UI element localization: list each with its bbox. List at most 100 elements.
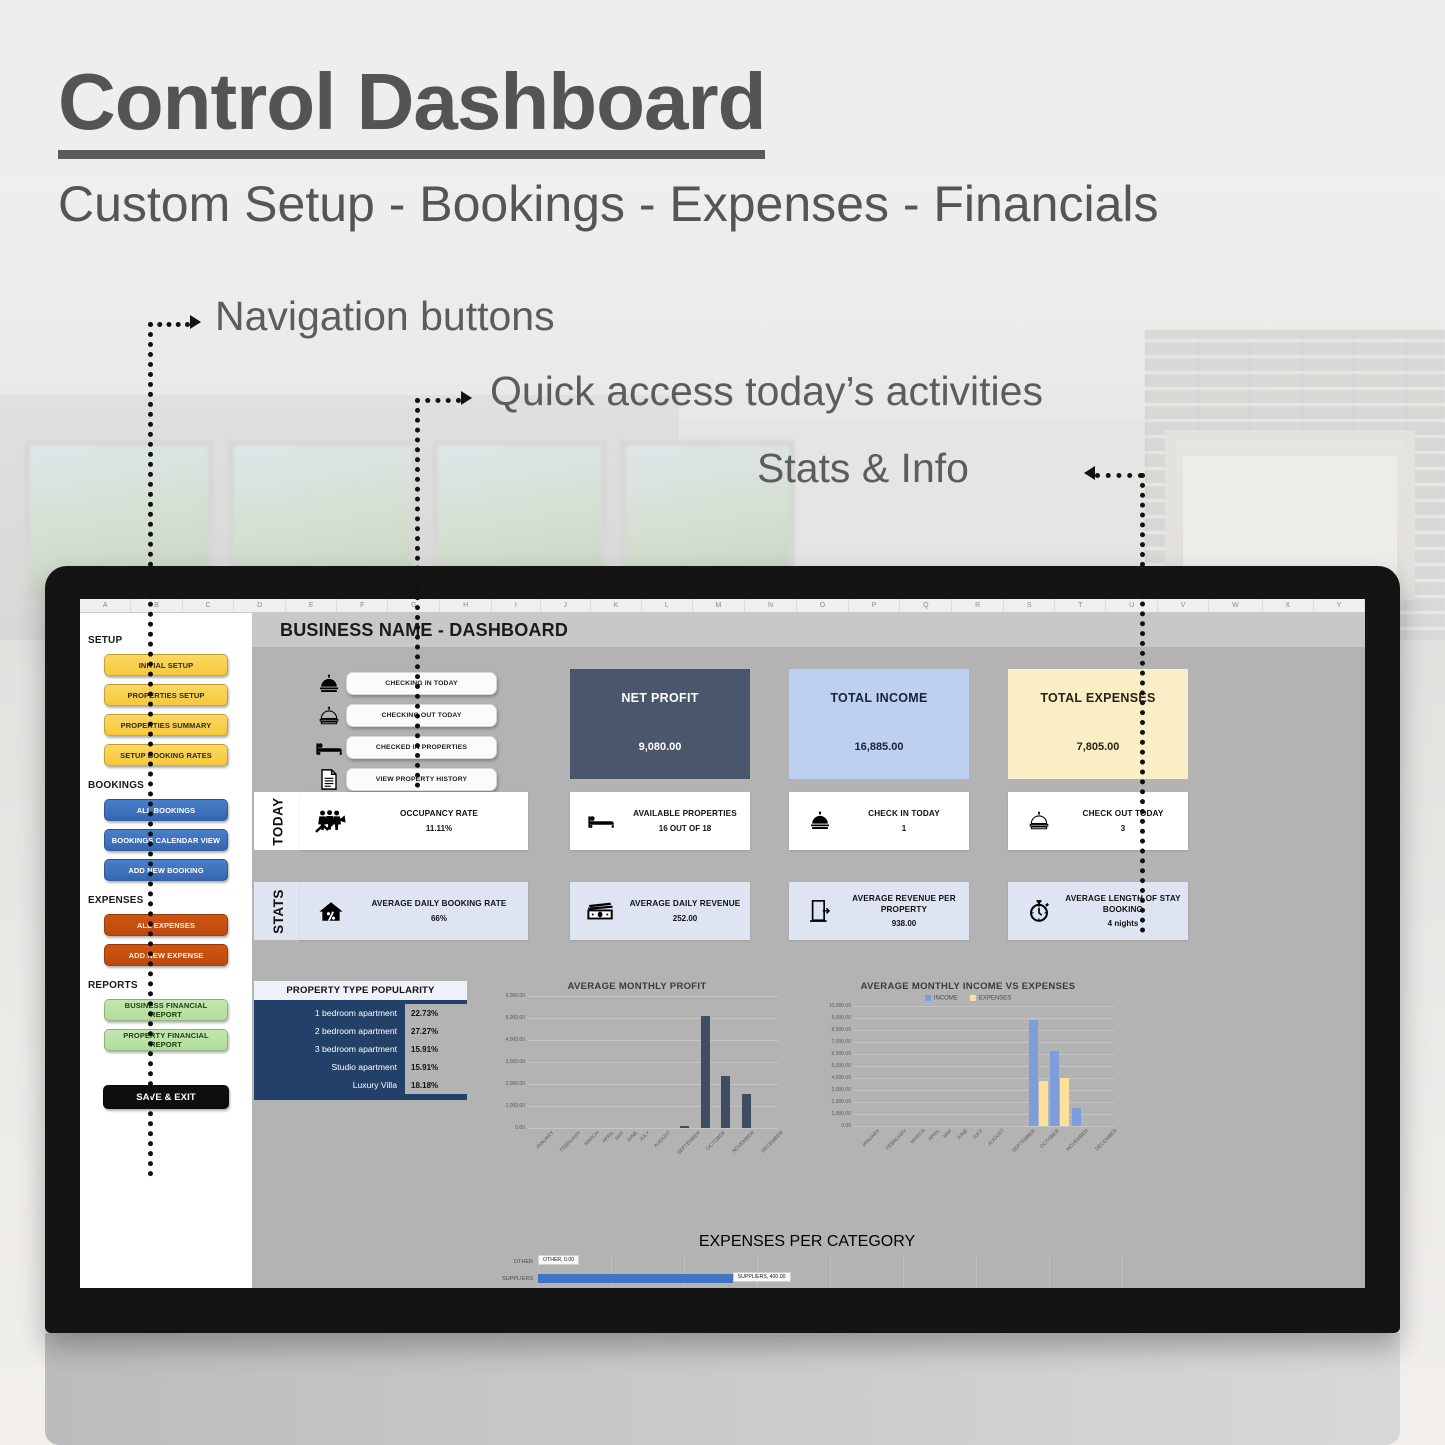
column-header-A[interactable]: A bbox=[80, 599, 132, 612]
quick-button-checking-out-today[interactable]: CHECKING OUT TODAY bbox=[346, 704, 497, 727]
sidebar-button-all-expenses[interactable]: ALL EXPENSES bbox=[104, 914, 228, 936]
column-header-K[interactable]: K bbox=[591, 599, 643, 612]
chart-plot-area: OTHER OTHER, 0.00 SUPPLIERS SUPPLIERS, 4… bbox=[492, 1254, 1123, 1288]
stats-card-average-daily-revenue: AVERAGE DAILY REVENUE 252.00 bbox=[570, 882, 750, 940]
house-percent-icon bbox=[306, 900, 356, 923]
leader-arrow-quick bbox=[461, 391, 472, 405]
popularity-name: 1 bedroom apartment bbox=[314, 1008, 397, 1018]
x-tick-label: SEPTEMBER bbox=[676, 1130, 703, 1157]
bar-group-march bbox=[570, 996, 591, 1128]
bed-icon bbox=[312, 735, 346, 761]
column-header-U[interactable]: U bbox=[1106, 599, 1158, 612]
column-header-I[interactable]: I bbox=[492, 599, 541, 612]
column-header-D[interactable]: D bbox=[234, 599, 287, 612]
kpi-card-net-profit: NET PROFIT 9,080.00 bbox=[570, 669, 750, 779]
column-header-L[interactable]: L bbox=[642, 599, 693, 612]
column-header-M[interactable]: M bbox=[693, 599, 746, 612]
bar-group-february bbox=[549, 996, 570, 1128]
bar-group-may bbox=[611, 996, 632, 1128]
sidebar-button-setup-booking-rates[interactable]: SETUP BOOKING RATES bbox=[104, 744, 228, 766]
quick-button-checked-in-properties[interactable]: CHECKED IN PROPERTIES bbox=[346, 736, 497, 759]
y-tick-label: 0.00 bbox=[841, 1122, 851, 1129]
column-header-T[interactable]: T bbox=[1055, 599, 1107, 612]
spreadsheet-column-headers[interactable]: ABCDEFGHIJKLMNOPQRSTUVWXY bbox=[80, 599, 1365, 613]
chart-plot-area: 0.00 1,000.00 2,000.00 3,000.00 4,000.00 5,00… bbox=[818, 1003, 1119, 1154]
stat-value: 3 bbox=[1120, 823, 1126, 833]
column-header-V[interactable]: V bbox=[1158, 599, 1210, 612]
column-header-R[interactable]: R bbox=[952, 599, 1005, 612]
sidebar: SETUP INITIAL SETUP PROPERTIES SETUP PRO… bbox=[80, 613, 252, 1288]
annotation-navigation-buttons: Navigation buttons bbox=[215, 293, 555, 339]
sidebar-button-properties-setup[interactable]: PROPERTIES SETUP bbox=[104, 684, 228, 706]
column-header-B[interactable]: B bbox=[131, 599, 183, 612]
people-growth-icon bbox=[306, 809, 356, 834]
stat-value: 1 bbox=[901, 823, 907, 833]
bar-value-september bbox=[700, 1015, 710, 1128]
column-header-Y[interactable]: Y bbox=[1314, 599, 1365, 612]
stat-value: 4 nights bbox=[1107, 918, 1139, 928]
column-header-X[interactable]: X bbox=[1263, 599, 1314, 612]
door-icon bbox=[795, 899, 845, 923]
popularity-row: 3 bedroom apartment 15.91% bbox=[254, 1040, 467, 1058]
chart-legend: INCOME EXPENSES bbox=[818, 995, 1118, 1002]
column-header-P[interactable]: P bbox=[849, 599, 901, 612]
legend-swatch bbox=[924, 995, 931, 1001]
column-header-S[interactable]: S bbox=[1004, 599, 1056, 612]
column-header-C[interactable]: C bbox=[183, 599, 235, 612]
sidebar-button-add-new-booking[interactable]: ADD NEW BOOKING bbox=[104, 859, 228, 881]
column-header-O[interactable]: O bbox=[797, 599, 849, 612]
expense-data-label: OTHER, 0.00 bbox=[538, 1255, 580, 1265]
bar-group-october bbox=[715, 996, 736, 1128]
expense-category-label: OTHER bbox=[513, 1258, 533, 1265]
x-tick-label: OCTOBER bbox=[1039, 1127, 1062, 1150]
sidebar-button-add-new-expense[interactable]: ADD NEW EXPENSE bbox=[104, 944, 228, 966]
column-header-W[interactable]: W bbox=[1209, 599, 1263, 612]
save-and-exit-button[interactable]: SAVE & EXIT bbox=[103, 1085, 229, 1109]
bars bbox=[854, 1006, 1114, 1126]
bar-value-november bbox=[742, 1094, 752, 1128]
sidebar-button-all-bookings[interactable]: ALL BOOKINGS bbox=[104, 799, 228, 821]
x-tick: SEPTEMBER bbox=[667, 1128, 702, 1156]
bar-group-december bbox=[757, 996, 778, 1128]
y-tick-label: 6,000.00 bbox=[505, 993, 525, 999]
expense-row-suppliers: SUPPLIERS SUPPLIERS, 400.00 bbox=[492, 1271, 1122, 1286]
y-axis: 0.00 1,000.00 2,000.00 3,000.00 4,000.00 5,00… bbox=[492, 993, 528, 1131]
stat-value: 16 OUT OF 18 bbox=[658, 823, 712, 833]
stats-card-average-daily-booking-rate: AVERAGE DAILY BOOKING RATE 66% bbox=[300, 882, 528, 940]
expense-row-other: OTHER OTHER, 0.00 bbox=[492, 1254, 1122, 1269]
stat-label: AVERAGE LENGTH OF STAY BOOKING bbox=[1065, 894, 1181, 914]
sidebar-button-properties-summary[interactable]: PROPERTIES SUMMARY bbox=[104, 714, 228, 736]
bar-group-october bbox=[1049, 1006, 1071, 1126]
stat-label: CHECK IN TODAY bbox=[868, 809, 940, 819]
save-exit-wrap: SAVE & EXIT bbox=[80, 1085, 252, 1109]
headline-block: Control Dashboard Custom Setup - Booking… bbox=[58, 62, 1159, 233]
column-header-H[interactable]: H bbox=[440, 599, 493, 612]
sidebar-button-property-financial-report[interactable]: PROPERTY FINANCIAL REPORT bbox=[104, 1029, 228, 1051]
quick-button-checking-in-today[interactable]: CHECKING IN TODAY bbox=[346, 672, 497, 695]
column-header-E[interactable]: E bbox=[286, 599, 338, 612]
y-tick-label: 4,000.00 bbox=[831, 1074, 851, 1081]
leader-line-quick-horizontal bbox=[415, 398, 461, 403]
x-tick: NOVEMBER bbox=[723, 1128, 755, 1154]
sidebar-button-bookings-calendar-view[interactable]: BOOKINGS CALENDAR VIEW bbox=[104, 829, 228, 851]
chart-average-monthly-profit: AVERAGE MONTHLY PROFIT 0.00 1,000.00 2,000… bbox=[492, 981, 785, 1156]
bar-group-february bbox=[876, 1006, 898, 1126]
bar-group-november bbox=[736, 996, 757, 1128]
sidebar-group-heading: BOOKINGS bbox=[88, 780, 145, 791]
sidebar-group-bookings: BOOKINGS ALL BOOKINGS BOOKINGS CALENDAR … bbox=[80, 780, 252, 881]
x-tick-label: NOVEMBER bbox=[731, 1130, 756, 1155]
stat-label: CHECK OUT TODAY bbox=[1082, 809, 1164, 819]
bar-group-november bbox=[1071, 1006, 1093, 1126]
column-header-N[interactable]: N bbox=[745, 599, 797, 612]
column-header-J[interactable]: J bbox=[541, 599, 591, 612]
quick-button-view-property-history[interactable]: VIEW PROPERTY HISTORY bbox=[346, 768, 497, 791]
stopwatch-icon bbox=[1014, 899, 1064, 923]
column-header-Q[interactable]: Q bbox=[900, 599, 953, 612]
bar-value-october bbox=[721, 1076, 731, 1128]
quick-access-row: VIEW PROPERTY HISTORY bbox=[312, 765, 497, 794]
popularity-name: 3 bedroom apartment bbox=[314, 1044, 397, 1054]
column-header-F[interactable]: F bbox=[337, 599, 389, 612]
sidebar-button-initial-setup[interactable]: INITIAL SETUP bbox=[104, 654, 228, 676]
sidebar-button-business-financial-report[interactable]: BUSINESS FINANCIAL REPORT bbox=[104, 999, 228, 1021]
bar-income-september bbox=[1028, 1019, 1038, 1126]
